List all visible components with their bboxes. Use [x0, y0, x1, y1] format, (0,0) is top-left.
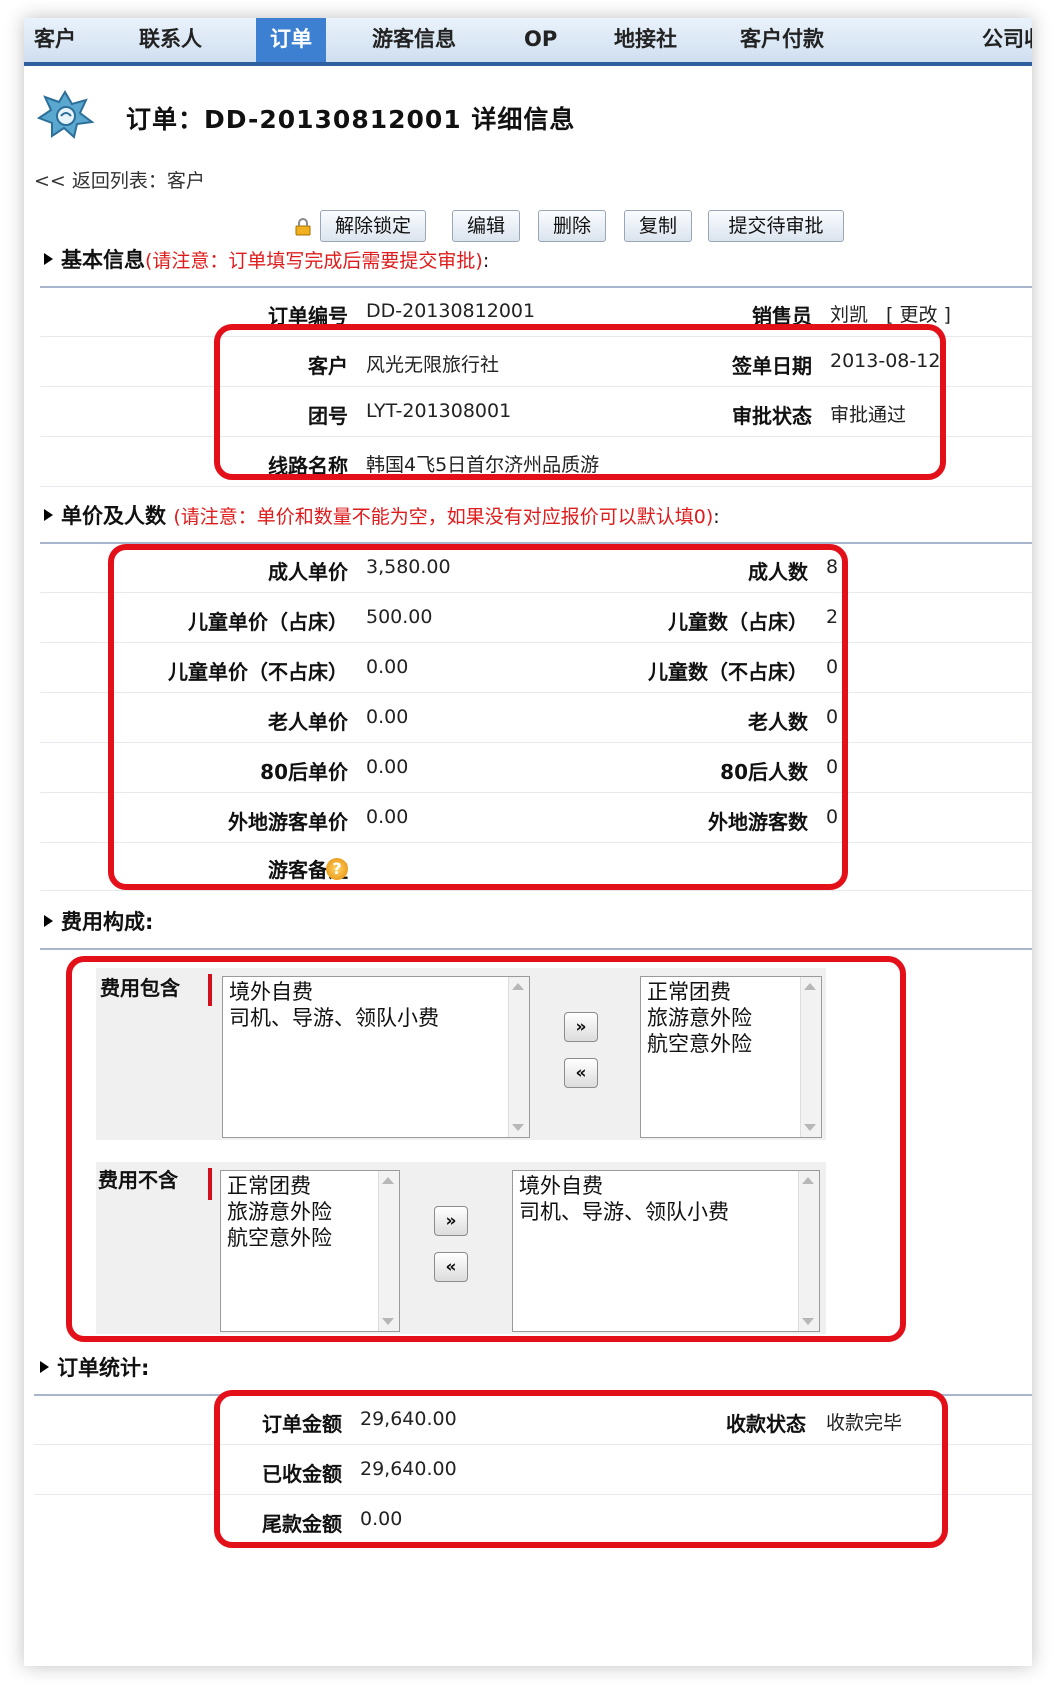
unlock-button[interactable]: 解除锁定	[320, 210, 426, 242]
nav-tab-tourist[interactable]: 游客信息	[372, 18, 456, 62]
section-title: 基本信息	[61, 248, 145, 272]
section-title: 费用构成:	[61, 910, 154, 934]
section-note: (请注意：单价和数量不能为空，如果没有对应报价可以默认填0)	[173, 506, 714, 528]
section-colon: :	[713, 506, 720, 528]
highlight-box-pricing	[108, 544, 848, 890]
highlight-box-basic	[214, 324, 946, 480]
section-colon: :	[482, 250, 490, 272]
nav-tab-ground-agency[interactable]: 地接社	[614, 18, 677, 62]
top-nav: 客户 联系人 订单 游客信息 OP 地接社 客户付款 公司收	[24, 18, 1032, 66]
divider	[40, 286, 1032, 288]
nav-overflow: 公司收	[972, 18, 1032, 62]
change-sales-link[interactable]: [ 更改 ]	[886, 300, 951, 327]
nav-tab-order[interactable]: 订单	[256, 18, 326, 62]
section-title: 订单统计:	[57, 1356, 150, 1380]
highlight-box-stats	[214, 1390, 948, 1548]
section-arrow-icon	[44, 253, 53, 265]
page-title: 订单：DD-20130812001 详细信息	[126, 105, 576, 134]
section-arrow-icon	[40, 1361, 49, 1373]
nav-tab-contact[interactable]: 联系人	[139, 18, 202, 62]
section-note: (请注意：订单填写完成后需要提交审批)	[145, 250, 483, 272]
app-frame: 客户 联系人 订单 游客信息 OP 地接社 客户付款 公司收 订单：DD-201…	[24, 18, 1032, 1666]
order-no-value: DD-20130812001	[366, 300, 536, 322]
copy-button[interactable]: 复制	[624, 210, 692, 242]
nav-tab-op[interactable]: OP	[524, 18, 557, 62]
row-divider	[40, 486, 1032, 487]
edit-button[interactable]: 编辑	[452, 210, 520, 242]
section-basic-info-heading: 基本信息(请注意：订单填写完成后需要提交审批):	[44, 244, 489, 274]
nav-tab-customer-payment[interactable]: 客户付款	[740, 18, 824, 62]
section-pricing-heading: 单价及人数 (请注意：单价和数量不能为空，如果没有对应报价可以默认填0):	[44, 500, 720, 530]
section-arrow-icon	[44, 915, 53, 927]
sales-value: 刘凯	[830, 304, 869, 326]
section-fees-heading: 费用构成:	[44, 906, 153, 936]
divider	[40, 948, 1032, 950]
nav-tab-company[interactable]: 公司收	[982, 18, 1032, 62]
app-logo-icon	[36, 90, 94, 139]
section-title: 单价及人数	[61, 504, 166, 528]
row-divider	[40, 890, 1032, 891]
lock-icon	[295, 218, 311, 236]
submit-approval-button[interactable]: 提交待审批	[708, 210, 844, 242]
section-stats-heading: 订单统计:	[40, 1352, 149, 1382]
highlight-box-fees	[66, 956, 906, 1342]
nav-tab-customer[interactable]: 客户	[34, 18, 76, 62]
section-arrow-icon	[44, 509, 53, 521]
back-to-list-link[interactable]: << 返回列表：客户	[34, 166, 205, 193]
delete-button[interactable]: 删除	[538, 210, 606, 242]
